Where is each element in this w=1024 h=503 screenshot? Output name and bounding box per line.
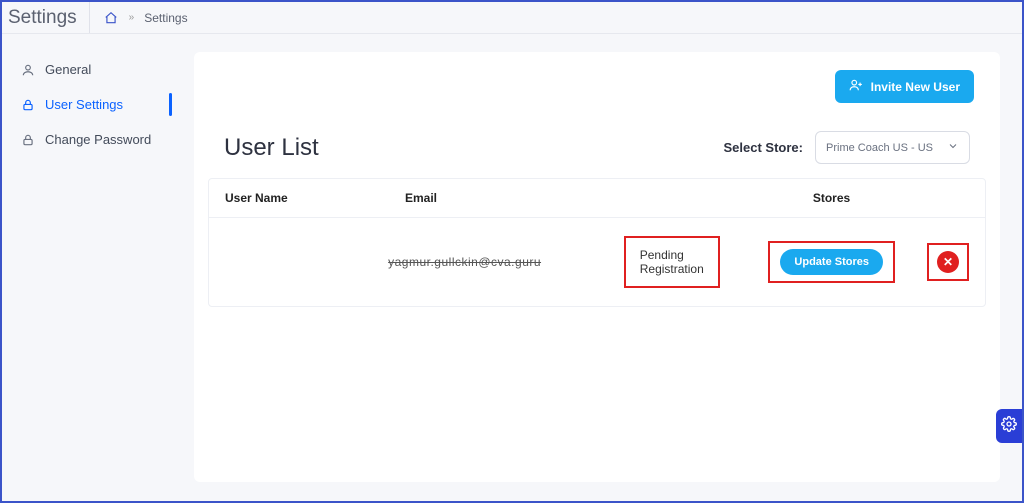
topbar: Settings » Settings — [2, 2, 1022, 34]
update-stores-button[interactable]: Update Stores — [780, 249, 883, 275]
delete-highlight: ✕ — [927, 243, 969, 281]
col-user-name: User Name — [225, 191, 405, 205]
store-label: Select Store: — [724, 140, 803, 155]
user-table: User Name Email Stores yagmur.gullckin@c… — [208, 178, 986, 307]
sidebar-item-general[interactable]: General — [2, 52, 172, 87]
settings-fab[interactable] — [996, 409, 1022, 443]
status-badge: Pending Registration — [624, 236, 720, 288]
store-selector-wrap: Select Store: Prime Coach US - US — [724, 131, 970, 164]
table-row: yagmur.gullckin@cva.guru Pending Registr… — [209, 218, 985, 306]
page-title: Settings — [0, 2, 90, 33]
breadcrumb-current: Settings — [144, 11, 187, 25]
breadcrumb-home[interactable] — [104, 10, 119, 25]
home-icon — [104, 10, 119, 25]
gear-icon — [1001, 416, 1017, 437]
update-stores-highlight: Update Stores — [768, 241, 895, 283]
chevron-down-icon — [947, 140, 959, 155]
list-title: User List — [224, 134, 319, 162]
user-list-card: Invite New User User List Select Store: … — [194, 52, 1000, 482]
chevron-right-icon: » — [129, 12, 135, 23]
user-icon — [20, 62, 35, 77]
col-email: Email — [405, 191, 665, 205]
cell-email: yagmur.gullckin@cva.guru — [388, 255, 624, 269]
sidebar-item-label: Change Password — [45, 132, 151, 147]
invite-new-user-button[interactable]: Invite New User — [835, 70, 974, 103]
sidebar-item-label: General — [45, 62, 91, 77]
breadcrumb: » Settings — [90, 10, 188, 25]
close-icon: ✕ — [943, 255, 953, 269]
main-content: Invite New User User List Select Store: … — [172, 34, 1022, 501]
col-stores: Stores — [694, 191, 969, 205]
sidebar-item-change-password[interactable]: Change Password — [2, 122, 172, 157]
delete-user-button[interactable]: ✕ — [937, 251, 959, 273]
table-header: User Name Email Stores — [209, 179, 985, 218]
lock-icon — [20, 132, 35, 147]
sidebar: General User Settings Change Password — [2, 34, 172, 501]
store-select[interactable]: Prime Coach US - US — [815, 131, 970, 164]
invite-button-label: Invite New User — [871, 80, 960, 94]
sidebar-item-label: User Settings — [45, 97, 123, 112]
sidebar-item-user-settings[interactable]: User Settings — [2, 87, 172, 122]
lock-icon — [20, 97, 35, 112]
store-selected-value: Prime Coach US - US — [826, 142, 933, 154]
add-user-icon — [849, 78, 863, 95]
